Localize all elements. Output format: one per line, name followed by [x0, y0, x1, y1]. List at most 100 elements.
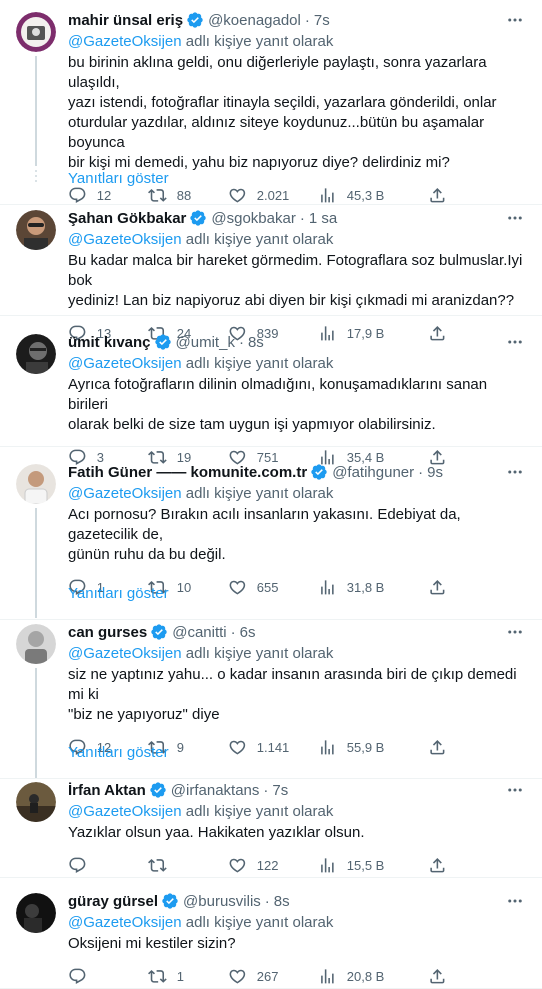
retweet-button[interactable]: 1 [148, 967, 228, 986]
timestamp[interactable]: 8s [248, 334, 264, 351]
author-handle[interactable]: @burusvilis [183, 893, 261, 910]
share-icon [430, 857, 445, 873]
more-icon[interactable] [504, 891, 526, 911]
author-name[interactable]: can gurses [68, 624, 147, 641]
mention-link[interactable]: @GazeteOksijen [68, 645, 182, 662]
tweet-text-line: Ayrıca fotoğrafların dilinin olmadığını,… [68, 376, 488, 413]
more-icon[interactable] [504, 462, 526, 482]
tweet-actions: 1 267 20,8 B [68, 966, 526, 986]
timestamp[interactable]: 8s [274, 893, 290, 910]
more-icon[interactable] [504, 10, 526, 30]
verified-badge-icon [187, 12, 203, 28]
author-handle[interactable]: @canitti [172, 624, 226, 641]
tweet-text-line: Yazıklar olsun yaa. Hakikaten yazıklar o… [68, 824, 365, 841]
verified-badge-icon [162, 893, 178, 909]
tweet[interactable]: Fatih Güner —— komunite.com.tr @fatihgun… [0, 452, 542, 618]
mention-link[interactable]: @GazeteOksijen [68, 33, 182, 50]
avatar[interactable] [16, 624, 56, 664]
tweet-text: Yazıklar olsun yaa. Hakikaten yazıklar o… [68, 823, 526, 843]
verified-badge-icon [190, 210, 207, 226]
retweet-button[interactable] [148, 856, 228, 875]
show-replies-link[interactable]: Yanıtları göster [68, 169, 169, 189]
reply-icon [69, 857, 86, 873]
mention-link[interactable]: @GazeteOksijen [68, 485, 182, 502]
separator-dot: · [263, 781, 269, 799]
timestamp[interactable]: 1 sa [309, 210, 337, 227]
reply-context: @GazeteOksijen adlı kişiye yanıt olarak [68, 354, 526, 374]
author-handle[interactable]: @fatihguner [332, 464, 414, 481]
heart-icon [229, 858, 246, 873]
tweet[interactable]: mahir ünsal eriş @koenagadol · 7s @Gazet… [0, 0, 542, 203]
separator-dot: · [230, 623, 236, 641]
author-name[interactable]: Fatih Güner —— komunite.com.tr [68, 464, 307, 481]
avatar[interactable] [16, 12, 56, 52]
tweet[interactable]: Şahan Gökbakar @sgokbakar · 1 sa @Gazete… [0, 198, 542, 341]
avatar-image [16, 464, 56, 504]
author-name[interactable]: Şahan Gökbakar [68, 210, 186, 227]
tweet-text: siz ne yaptınız yahu... o kadar insanın … [68, 665, 526, 725]
tweet-actions: 122 15,5 B [68, 855, 526, 875]
like-button[interactable]: 122 [228, 856, 318, 875]
reply-button[interactable] [68, 967, 148, 986]
author-name[interactable]: ümit kıvanç [68, 334, 151, 351]
views-button[interactable]: 20,8 B [318, 967, 428, 986]
avatar-image [16, 210, 56, 250]
avatar[interactable] [16, 464, 56, 504]
avatar[interactable] [16, 893, 56, 933]
reply-context: @GazeteOksijen adlı kişiye yanıt olarak [68, 644, 526, 664]
author-handle[interactable]: @umit_k [176, 334, 235, 351]
author-name[interactable]: İrfan Aktan [68, 782, 146, 799]
reply-context-label: adlı kişiye yanıt olarak [185, 803, 334, 820]
retweet-icon [148, 969, 167, 983]
show-replies-link[interactable]: Yanıtları göster [68, 584, 169, 604]
views-icon [321, 968, 334, 984]
mention-link[interactable]: @GazeteOksijen [68, 803, 182, 820]
author-handle[interactable]: @sgokbakar [211, 210, 295, 227]
tweet-text: Acı pornosu? Bırakın acılı insanların ya… [68, 505, 526, 565]
tweet-text-line: Bu kadar malca bir hareket görmedim. Fot… [68, 252, 523, 289]
tweet-text-line: yazı istendi, fotoğraflar itinayla seçil… [68, 94, 497, 111]
share-button[interactable] [428, 967, 458, 986]
avatar[interactable] [16, 210, 56, 250]
share-button[interactable] [428, 856, 458, 875]
author-name[interactable]: güray gürsel [68, 893, 158, 910]
reply-button[interactable] [68, 856, 148, 875]
like-button[interactable]: 267 [228, 967, 318, 986]
verified-badge-icon [154, 334, 171, 350]
views-icon [321, 857, 334, 873]
reply-context-label: adlı kişiye yanıt olarak [185, 33, 334, 50]
tweet-text-line: yediniz! Lan biz napiyoruz abi diyen bir… [68, 292, 515, 309]
show-replies-link[interactable]: Yanıtları göster [68, 743, 169, 763]
tweet-text-line: günün ruhu da bu değil. [68, 546, 226, 563]
retweet-count: 1 [176, 968, 184, 984]
verified-badge-icon [150, 782, 166, 798]
views-count: 20,8 B [346, 968, 385, 984]
reply-context-label: adlı kişiye yanıt olarak [185, 645, 334, 662]
mention-link[interactable]: @GazeteOksijen [68, 355, 182, 372]
tweet[interactable]: ümit kıvanç @umit_k · 8s @GazeteOksijen … [0, 322, 542, 465]
tweet[interactable]: İrfan Aktan @irfanaktans · 7s @GazeteOks… [0, 770, 542, 878]
more-icon[interactable] [504, 332, 526, 352]
mention-link[interactable]: @GazeteOksijen [68, 231, 182, 248]
more-icon[interactable] [504, 780, 526, 800]
like-count: 267 [256, 968, 279, 984]
more-icon[interactable] [504, 622, 526, 642]
timestamp[interactable]: 9s [427, 464, 443, 481]
avatar[interactable] [16, 782, 56, 822]
avatar[interactable] [16, 334, 56, 374]
author-handle[interactable]: @irfanaktans [171, 782, 260, 799]
avatar-image [16, 782, 56, 822]
more-icon[interactable] [504, 208, 526, 228]
timestamp[interactable]: 7s [272, 782, 288, 799]
tweet[interactable]: can gurses @canitti · 6s @GazeteOksijen … [0, 612, 542, 778]
tweet[interactable]: güray gürsel @burusvilis · 8s @GazeteOks… [0, 881, 542, 989]
tweet-text: Bu kadar malca bir hareket görmedim. Fot… [68, 251, 526, 311]
timestamp[interactable]: 6s [240, 624, 256, 641]
share-icon [430, 968, 445, 984]
author-handle[interactable]: @koenagadol [208, 12, 301, 29]
author-name[interactable]: mahir ünsal eriş [68, 12, 183, 29]
mention-link[interactable]: @GazeteOksijen [68, 914, 182, 931]
tweet-text: Oksijeni mi kestiler sizin? [68, 934, 526, 954]
views-button[interactable]: 15,5 B [318, 856, 428, 875]
timestamp[interactable]: 7s [314, 12, 330, 29]
